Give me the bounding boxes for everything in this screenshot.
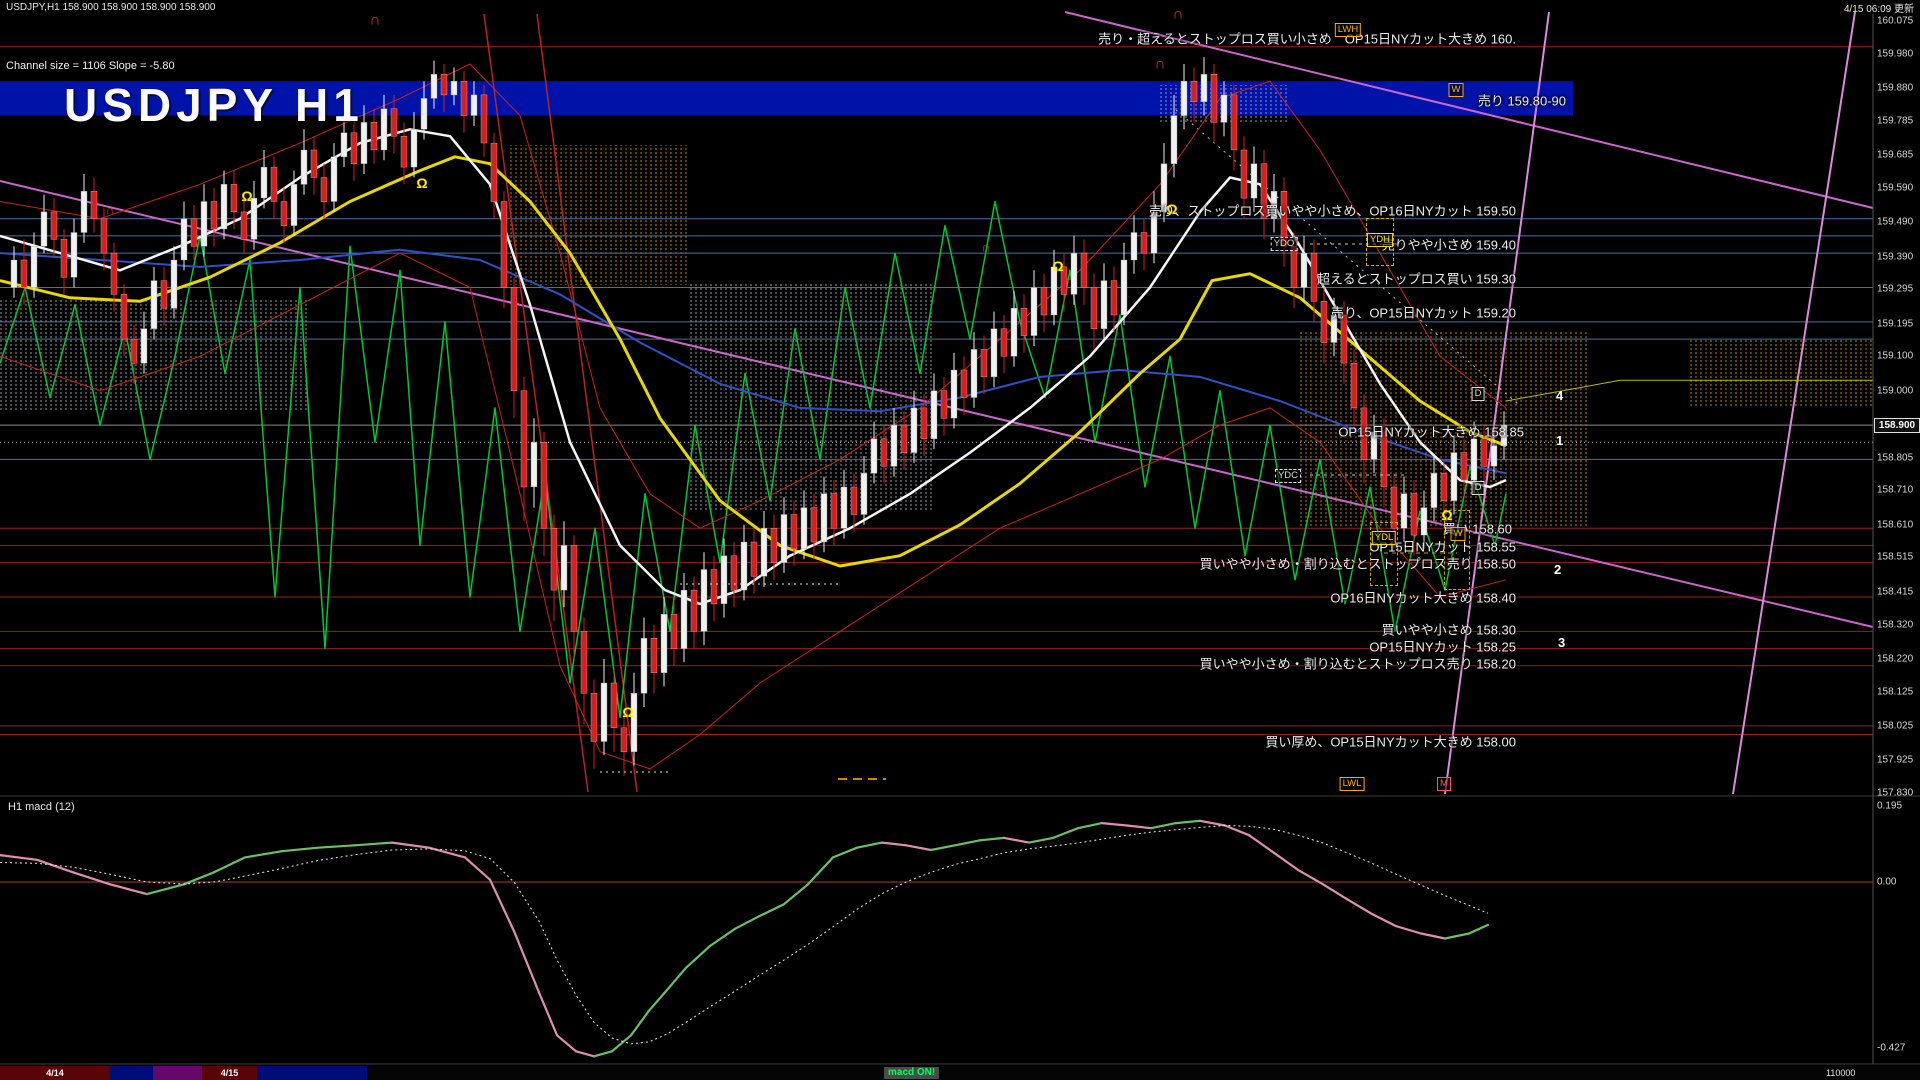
- price-axis-label: 158.125: [1877, 686, 1914, 698]
- price-axis-label: 159.685: [1877, 149, 1914, 161]
- order-annotation: 売りやや小さめ 159.40: [1381, 237, 1516, 253]
- last-updated: 4/15 06:09 更新: [1843, 3, 1914, 15]
- session-segment: 4/15: [202, 1066, 257, 1080]
- level-tag: LWH: [1334, 23, 1362, 37]
- order-annotation: 売り、ストップロス買いやや小さめ、OP16日NYカット 159.50: [1148, 203, 1516, 219]
- order-annotation: 売り 159.80-90: [1477, 93, 1566, 109]
- order-annotation: 買い厚め、OP15日NYカット大きめ 158.00: [1265, 734, 1516, 750]
- trading-terminal: USDJPY,H1 158.900 158.900 158.900 158.90…: [0, 0, 1920, 1080]
- session-segment: [257, 1066, 367, 1080]
- omega-marker: Ω: [1052, 258, 1064, 274]
- omega-marker: Ω: [1166, 201, 1178, 217]
- price-axis-label: 159.390: [1877, 251, 1914, 263]
- order-annotation: 超えるとストップロス買い 159.30: [1317, 271, 1516, 287]
- pivot-number: 1: [1556, 433, 1564, 448]
- arch-marker: ∩: [105, 203, 115, 217]
- price-axis-label: 160.075: [1877, 15, 1914, 27]
- omega-marker: Ω: [241, 188, 253, 204]
- price-axis-label: 158.320: [1877, 619, 1914, 630]
- symbol-info: USDJPY,H1 158.900 158.900 158.900 158.90…: [6, 1, 216, 13]
- chart-title: USDJPY H1: [64, 79, 364, 131]
- level-tag: LWL: [1339, 777, 1365, 791]
- level-tag: M: [1437, 777, 1451, 791]
- price-axis-label: 159.100: [1877, 350, 1914, 362]
- omega-marker: Ω: [1441, 507, 1453, 523]
- price-axis-label: 157.925: [1877, 754, 1914, 766]
- session-date-label: 4/14: [46, 1068, 64, 1078]
- price-axis-label: 159.980: [1877, 48, 1914, 60]
- macd-axis-label: 0.00: [1877, 876, 1897, 888]
- pivot-number: 3: [1558, 635, 1566, 650]
- session-segment: [110, 1066, 153, 1080]
- order-annotation: OP16日NYカット大きめ 158.40: [1330, 590, 1516, 606]
- session-date-label: 4/15: [220, 1068, 239, 1078]
- macd-indicator-label: H1 macd (12): [8, 801, 75, 813]
- order-annotation: 売り・超えるとストップロス買い小さめ OP15日NYカット大きめ 160.: [1098, 31, 1516, 47]
- window-header: USDJPY,H1 158.900 158.900 158.900 158.90…: [0, 0, 1920, 15]
- price-axis-label: 159.490: [1877, 216, 1914, 228]
- arch-marker: ∩: [369, 11, 381, 29]
- volume-value: 110000: [1826, 1068, 1856, 1078]
- price-axis-label: 159.000: [1877, 385, 1914, 397]
- price-axis-label: 158.805: [1877, 452, 1914, 464]
- price-axis-label: 158.220: [1877, 653, 1914, 665]
- omega-marker: Ω: [416, 175, 428, 191]
- arch-marker: ∩: [1154, 55, 1166, 73]
- level-tag: W: [1448, 83, 1464, 97]
- price-axis-label: 159.590: [1877, 182, 1914, 194]
- price-axis-label: 159.785: [1877, 115, 1914, 127]
- macd-on-badge[interactable]: macd ON!: [884, 1067, 940, 1079]
- highlight-box: [1366, 218, 1394, 266]
- channel-info-label: Channel size = 1106 Slope = -5.80: [6, 60, 175, 72]
- order-annotation: 買いやや小さめ・割り込むとストップロス売り 158.20: [1199, 656, 1516, 672]
- level-tag: D: [1471, 387, 1485, 401]
- timeline-bar: 4/14 4/15: [0, 1066, 1920, 1080]
- level-tag: YDO: [1270, 237, 1298, 251]
- price-axis-label: 159.295: [1877, 283, 1914, 295]
- pivot-number: 2: [1554, 562, 1562, 577]
- price-axis-label: 159.880: [1877, 82, 1914, 94]
- macd-axis-label: 0.195: [1877, 800, 1903, 812]
- price-axis-label: 159.195: [1877, 318, 1914, 330]
- level-tag: D: [1471, 481, 1485, 495]
- level-tag: YDC: [1274, 469, 1302, 483]
- macd-axis-label: -0.427: [1877, 1042, 1906, 1054]
- highlight-box: [1370, 522, 1398, 586]
- omega-marker: Ω: [622, 704, 634, 720]
- price-axis-label: 158.710: [1877, 484, 1914, 496]
- current-price-tag: 158.900: [1874, 418, 1920, 434]
- price-axis-label: 158.415: [1877, 586, 1914, 598]
- price-axis-label: 158.610: [1877, 519, 1914, 531]
- order-annotation: 売り、OP15日NYカット 159.20: [1330, 305, 1516, 321]
- chart-overlays: 160.075 159.980 159.880 159.785 159.685 159.5…: [0, 0, 1920, 1080]
- price-axis-label: 158.025: [1877, 720, 1914, 732]
- arch-marker: ∩: [981, 239, 991, 255]
- price-axis-label: 157.830: [1877, 787, 1914, 799]
- price-axis-label: 158.515: [1877, 551, 1914, 563]
- session-segment: [153, 1066, 202, 1080]
- pivot-number: 4: [1556, 388, 1564, 403]
- order-annotation: OP15日NYカット大きめ 158.85: [1338, 424, 1524, 440]
- session-segment: 4/14: [0, 1066, 110, 1080]
